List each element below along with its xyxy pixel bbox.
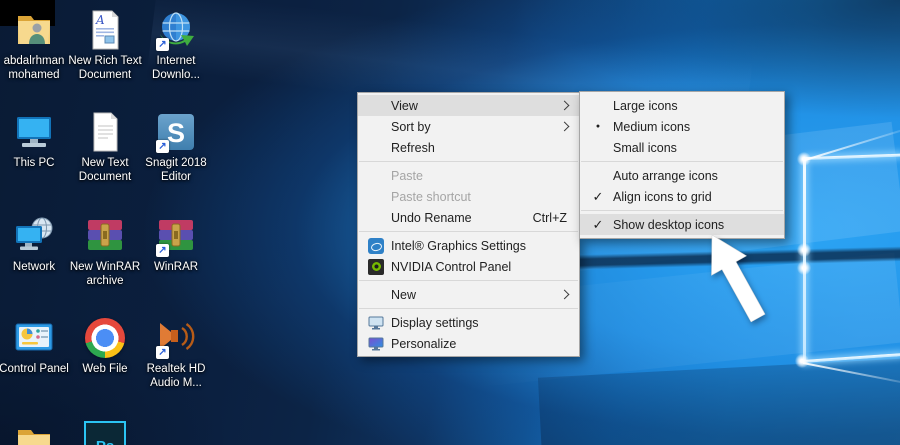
submenu-chevron-icon [560, 121, 570, 131]
menu-item-display-settings[interactable]: Display settings [358, 312, 579, 333]
desktop-icon-realtek-hd-audio[interactable]: ↗ Realtek HD Audio M... [140, 316, 212, 390]
icon-label: Control Panel [0, 362, 69, 376]
shortcut-arrow-overlay-icon: ↗ [156, 244, 169, 257]
submenu-item-large-icons[interactable]: Large icons [580, 95, 784, 116]
menu-item-refresh[interactable]: Refresh [358, 137, 579, 158]
submenu-chevron-icon [560, 100, 570, 110]
svg-text:S: S [167, 118, 185, 148]
desktop-icon-snagit-editor[interactable]: S ↗ Snagit 2018 Editor [140, 110, 212, 184]
this-pc-icon [12, 110, 56, 154]
icon-label: Internet Downlo... [152, 54, 200, 82]
menu-separator [581, 161, 783, 162]
submenu-item-small-icons[interactable]: Small icons [580, 137, 784, 158]
checkmark-icon: ✓ [589, 189, 607, 205]
windows-desktop: abdalrhman mohamed A New Rich Text Docum… [0, 0, 900, 445]
desktop-icon-internet-download-manager[interactable]: ↗ Internet Downlo... [140, 8, 212, 82]
winrar-icon: ↗ [154, 214, 198, 258]
view-submenu: Large icons ● Medium icons Small icons A… [579, 91, 785, 239]
menu-item-nvidia-control-panel[interactable]: NVIDIA Control Panel [358, 256, 579, 277]
submenu-chevron-icon [560, 289, 570, 299]
chrome-icon [83, 316, 127, 360]
menu-item-view[interactable]: View [358, 95, 579, 116]
icon-label: WinRAR [154, 260, 198, 274]
menu-separator [359, 231, 578, 232]
desktop-icon-control-panel[interactable]: Control Panel [0, 316, 70, 376]
window-logo-corner-glow [795, 354, 809, 368]
text-document-icon [83, 110, 127, 154]
desktop-icon-new-winrar-archive[interactable]: New WinRAR archive [69, 214, 141, 288]
menu-item-intel-graphics-settings[interactable]: Intel® Graphics Settings [358, 235, 579, 256]
window-logo-corner-glow [797, 243, 811, 257]
desktop-icon-network[interactable]: Network [0, 214, 70, 274]
menu-item-undo-rename[interactable]: Undo Rename Ctrl+Z [358, 207, 579, 228]
desktop-context-menu: View Sort by Refresh Paste Paste shortcu… [357, 92, 580, 357]
icon-label: This PC [14, 156, 55, 170]
menu-item-paste[interactable]: Paste [358, 165, 579, 186]
desktop-icon-user-folder[interactable]: abdalrhman mohamed [0, 8, 70, 82]
icon-label: Network [13, 260, 55, 274]
display-settings-icon [368, 315, 384, 331]
menu-item-new[interactable]: New [358, 284, 579, 305]
submenu-item-align-icons-to-grid[interactable]: ✓ Align icons to grid [580, 186, 784, 207]
control-panel-icon [12, 316, 56, 360]
pointer-arrow-annotation [645, 220, 785, 360]
icon-label: New Rich Text Document [68, 54, 141, 82]
desktop-icon-winrar[interactable]: ↗ WinRAR [140, 214, 212, 274]
submenu-item-auto-arrange-icons[interactable]: Auto arrange icons [580, 165, 784, 186]
icon-label: Web File [82, 362, 127, 376]
shortcut-arrow-overlay-icon: ↗ [156, 140, 169, 153]
shortcut-arrow-overlay-icon: ↗ [156, 346, 169, 359]
window-logo-corner-glow [797, 261, 811, 275]
speaker-icon: ↗ [154, 316, 198, 360]
radio-dot-icon: ● [589, 119, 607, 135]
menu-item-paste-shortcut[interactable]: Paste shortcut [358, 186, 579, 207]
icon-label: New Text Document [79, 156, 131, 184]
photoshop-icon: Ps [83, 420, 127, 445]
desktop-icon-photoshop-partial[interactable]: Ps [69, 420, 141, 445]
network-icon [12, 214, 56, 258]
icon-label: New WinRAR archive [70, 260, 140, 288]
menu-item-sort-by[interactable]: Sort by [358, 116, 579, 137]
icon-label: Snagit 2018 Editor [145, 156, 206, 184]
intel-icon [368, 238, 384, 254]
user-folder-icon [12, 8, 56, 52]
desktop-icon-folder-partial[interactable] [0, 422, 70, 445]
icon-label: abdalrhman mohamed [4, 54, 65, 82]
icon-label: Realtek HD Audio M... [147, 362, 206, 390]
keyboard-shortcut: Ctrl+Z [533, 211, 567, 225]
menu-separator [359, 308, 578, 309]
menu-item-personalize[interactable]: Personalize [358, 333, 579, 354]
desktop-icon-web-file[interactable]: Web File [69, 316, 141, 376]
shortcut-arrow-overlay-icon: ↗ [156, 38, 169, 51]
personalize-icon [368, 336, 384, 352]
folder-icon [12, 422, 56, 445]
winrar-archive-icon [83, 214, 127, 258]
idm-icon: ↗ [154, 8, 198, 52]
menu-separator [359, 161, 578, 162]
nvidia-icon [368, 259, 384, 275]
desktop-icon-this-pc[interactable]: This PC [0, 110, 70, 170]
submenu-item-medium-icons[interactable]: ● Medium icons [580, 116, 784, 137]
desktop-icon-new-text-document[interactable]: New Text Document [69, 110, 141, 184]
menu-separator [359, 280, 578, 281]
menu-separator [581, 210, 783, 211]
snagit-icon: S ↗ [154, 110, 198, 154]
svg-text:A: A [95, 13, 105, 27]
desktop-icon-new-rich-text-document[interactable]: A New Rich Text Document [69, 8, 141, 82]
rich-text-document-icon: A [83, 8, 127, 52]
checkmark-icon: ✓ [589, 217, 607, 233]
window-logo-corner-glow [797, 152, 811, 166]
